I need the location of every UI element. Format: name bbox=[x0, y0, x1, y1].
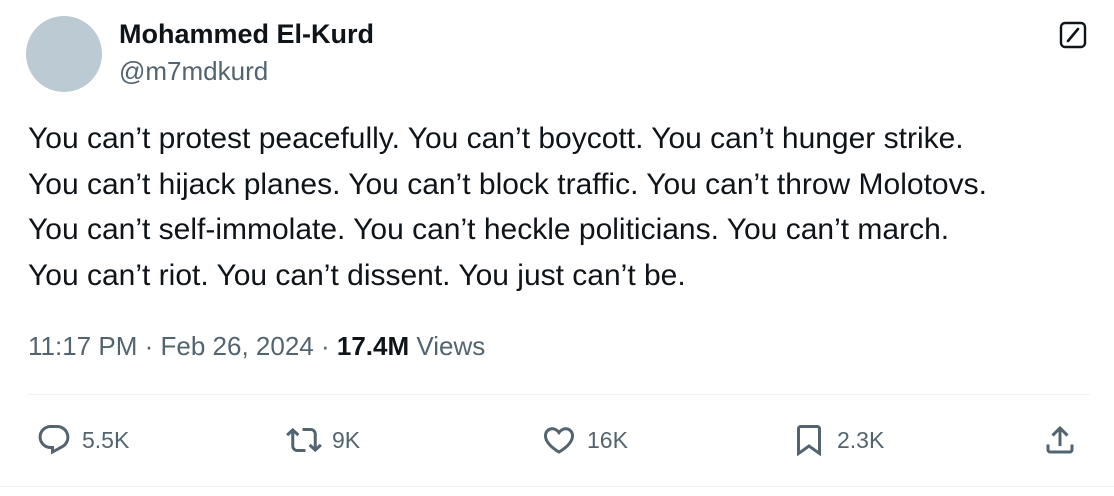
tweet-time[interactable]: 11:17 PM bbox=[28, 331, 137, 361]
author-display-name[interactable]: Mohammed El-Kurd bbox=[119, 17, 374, 51]
like-count: 16K bbox=[587, 426, 628, 453]
bookmark-button[interactable]: 2.3K bbox=[791, 420, 884, 460]
tweet-meta: 11:17 PM · Feb 26, 2024 · 17.4M Views bbox=[28, 328, 485, 364]
like-button[interactable]: 16K bbox=[541, 420, 628, 460]
bookmark-count: 2.3K bbox=[837, 426, 885, 453]
tweet-text: You can’t protest peacefully. You can’t … bbox=[28, 116, 1103, 298]
grok-button[interactable] bbox=[1058, 20, 1088, 50]
share-icon bbox=[1046, 425, 1074, 454]
reply-button[interactable]: 5.5K bbox=[36, 420, 129, 460]
like-icon bbox=[543, 427, 575, 454]
avatar[interactable] bbox=[26, 16, 102, 92]
tweet-line: You can’t self-immolate. You can’t heckl… bbox=[28, 213, 950, 246]
repost-count: 9K bbox=[332, 426, 361, 453]
meta-separator: · bbox=[144, 331, 154, 361]
tweet-date[interactable]: Feb 26, 2024 bbox=[161, 331, 314, 361]
divider bbox=[28, 394, 1090, 395]
grok-icon bbox=[1059, 21, 1087, 49]
share-button[interactable] bbox=[1042, 420, 1078, 460]
views-label[interactable]: Views bbox=[416, 331, 485, 361]
views-count[interactable]: 17.4M bbox=[337, 331, 409, 361]
meta-separator: · bbox=[320, 331, 330, 361]
bottom-divider bbox=[0, 486, 1114, 487]
tweet-line: You can’t riot. You can’t dissent. You j… bbox=[28, 258, 686, 292]
author-handle[interactable]: @m7mdkurd bbox=[119, 54, 268, 88]
tweet-line: You can’t protest peacefully. You can’t … bbox=[28, 122, 964, 155]
reply-count: 5.5K bbox=[82, 426, 130, 453]
repost-button[interactable]: 9K bbox=[286, 420, 360, 460]
reply-icon bbox=[38, 425, 70, 455]
tweet-line: You can’t hijack planes. You can’t block… bbox=[28, 167, 987, 201]
bookmark-icon bbox=[797, 425, 821, 457]
repost-icon bbox=[286, 427, 322, 453]
